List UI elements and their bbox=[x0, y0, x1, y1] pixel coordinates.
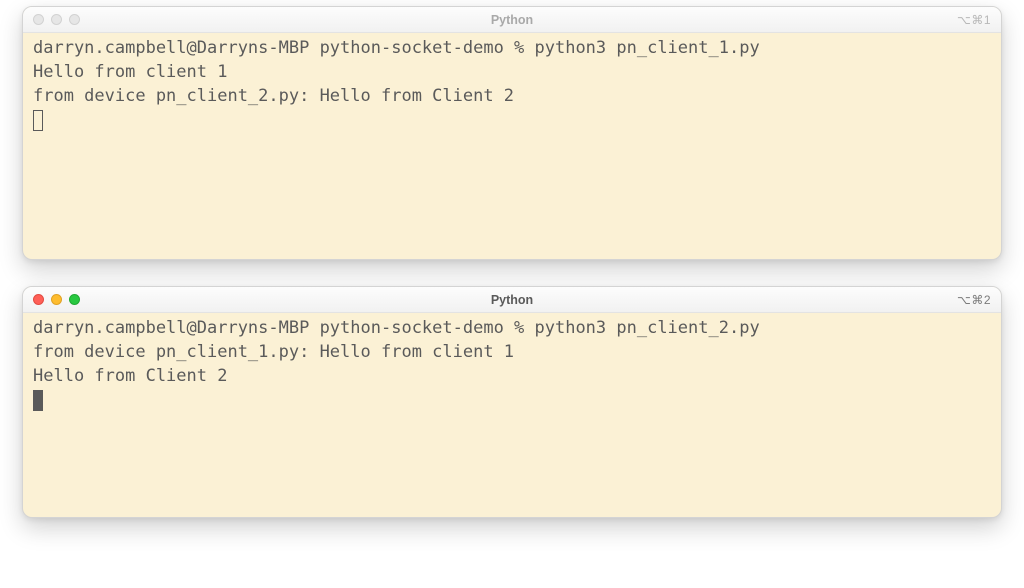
close-icon[interactable] bbox=[33, 294, 44, 305]
minimize-icon[interactable] bbox=[51, 14, 62, 25]
terminal-line: darryn.campbell@Darryns-MBP python-socke… bbox=[33, 318, 760, 338]
terminal-window-1[interactable]: Python ⌥⌘1 darryn.campbell@Darryns-MBP p… bbox=[22, 6, 1002, 260]
terminal-output[interactable]: darryn.campbell@Darryns-MBP python-socke… bbox=[23, 313, 1001, 517]
cursor-icon bbox=[33, 110, 43, 131]
terminal-window-2[interactable]: Python ⌥⌘2 darryn.campbell@Darryns-MBP p… bbox=[22, 286, 1002, 518]
minimize-icon[interactable] bbox=[51, 294, 62, 305]
shortcut-label: ⌥⌘2 bbox=[957, 293, 991, 307]
zoom-icon[interactable] bbox=[69, 294, 80, 305]
terminal-line: Hello from Client 2 bbox=[33, 366, 227, 386]
terminal-line: darryn.campbell@Darryns-MBP python-socke… bbox=[33, 38, 760, 58]
cursor-icon bbox=[33, 390, 43, 411]
window-title: Python bbox=[491, 293, 533, 307]
traffic-lights bbox=[33, 14, 80, 25]
terminal-line: from device pn_client_1.py: Hello from c… bbox=[33, 342, 514, 362]
terminal-line: Hello from client 1 bbox=[33, 62, 227, 82]
title-bar[interactable]: Python ⌥⌘2 bbox=[23, 287, 1001, 313]
zoom-icon[interactable] bbox=[69, 14, 80, 25]
terminal-line: from device pn_client_2.py: Hello from C… bbox=[33, 86, 514, 106]
window-title: Python bbox=[491, 13, 533, 27]
shortcut-label: ⌥⌘1 bbox=[957, 13, 991, 27]
title-bar[interactable]: Python ⌥⌘1 bbox=[23, 7, 1001, 33]
terminal-output[interactable]: darryn.campbell@Darryns-MBP python-socke… bbox=[23, 33, 1001, 259]
traffic-lights bbox=[33, 294, 80, 305]
close-icon[interactable] bbox=[33, 14, 44, 25]
